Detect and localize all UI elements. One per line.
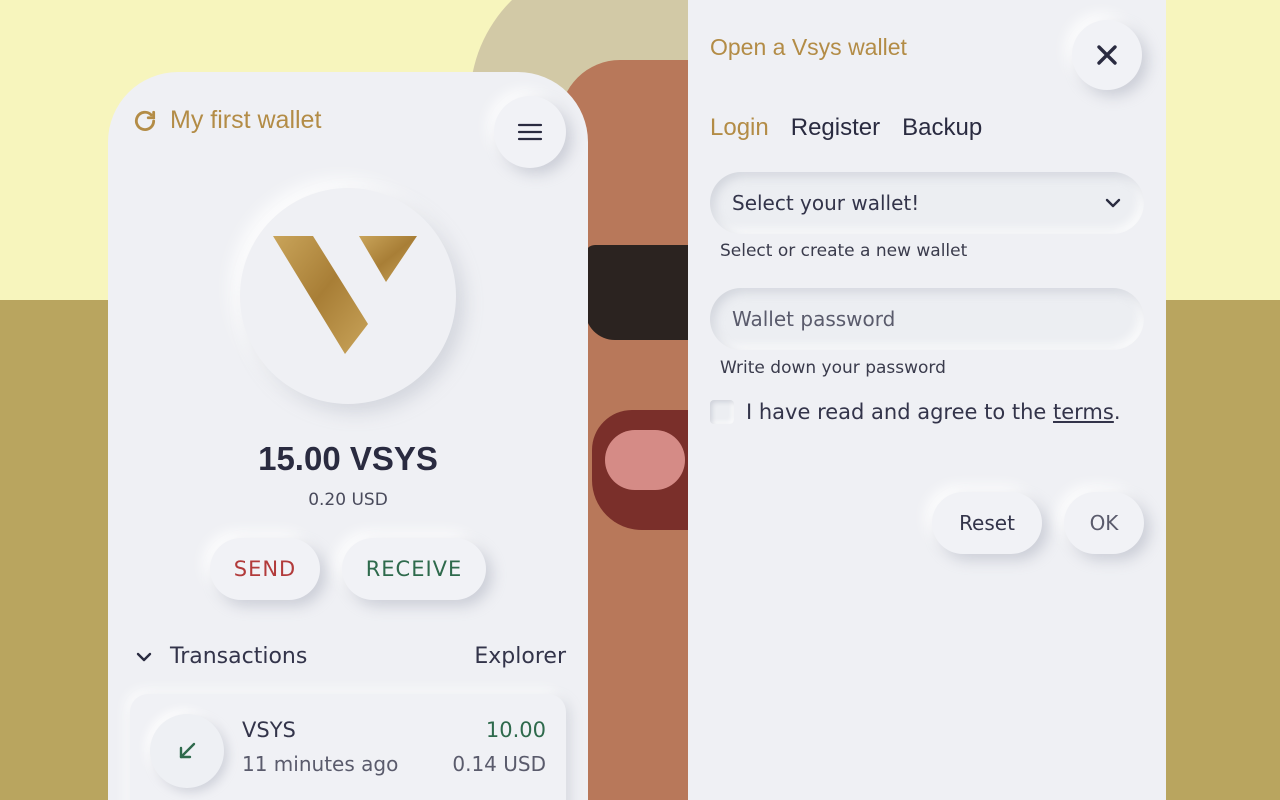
wallet-panel: My first wallet 15.00 VSYS 0.20 USD SEND… xyxy=(108,72,588,800)
explorer-link[interactable]: Explorer xyxy=(474,644,566,669)
terms-agreement: I have read and agree to the terms. xyxy=(710,400,1121,424)
password-field[interactable]: Wallet password xyxy=(710,288,1144,350)
balance-amount: 15.00 VSYS xyxy=(258,440,438,477)
wallet-name: My first wallet xyxy=(170,106,322,134)
wallet-logo xyxy=(240,188,456,404)
close-icon xyxy=(1097,45,1117,65)
refresh-icon[interactable] xyxy=(132,108,158,134)
ok-button[interactable]: OK xyxy=(1064,492,1144,554)
terms-checkbox[interactable] xyxy=(710,400,734,424)
password-hint: Write down your password xyxy=(720,358,946,378)
transaction-direction xyxy=(150,714,224,788)
transaction-usd: 0.14 USD xyxy=(452,752,546,776)
transaction-item[interactable]: VSYS 11 minutes ago 10.00 0.14 USD xyxy=(130,694,566,800)
transactions-header: Transactions Explorer xyxy=(134,644,566,669)
tab-register[interactable]: Register xyxy=(791,114,880,142)
transaction-asset: VSYS xyxy=(242,718,296,742)
tab-backup[interactable]: Backup xyxy=(902,114,982,142)
hamburger-menu-icon xyxy=(517,123,543,141)
terms-link[interactable]: terms xyxy=(1053,400,1114,424)
dialog-tabs: Login Register Backup xyxy=(710,114,982,142)
send-button[interactable]: SEND xyxy=(210,538,320,600)
tab-login[interactable]: Login xyxy=(710,114,769,142)
dialog-title: Open a Vsys wallet xyxy=(710,34,907,60)
vipertech-v-logo xyxy=(273,236,417,354)
wallet-select-value: Select your wallet! xyxy=(732,191,920,215)
transactions-title[interactable]: Transactions xyxy=(170,644,307,669)
transaction-time: 11 minutes ago xyxy=(242,752,399,776)
menu-button[interactable] xyxy=(494,96,566,168)
wallet-header: My first wallet xyxy=(132,106,321,135)
terms-text: I have read and agree to the terms. xyxy=(746,400,1121,424)
chevron-down-icon[interactable] xyxy=(134,647,154,667)
open-wallet-dialog: Open a Vsys wallet Login Register Backup… xyxy=(688,0,1166,800)
wallet-select-hint: Select or create a new wallet xyxy=(720,241,968,261)
wallet-select[interactable]: Select your wallet! xyxy=(710,172,1144,234)
chevron-down-icon xyxy=(1105,198,1121,208)
reset-button[interactable]: Reset xyxy=(932,492,1042,554)
password-placeholder: Wallet password xyxy=(732,307,896,331)
transaction-amount: 10.00 xyxy=(485,718,546,742)
close-button[interactable] xyxy=(1072,20,1142,90)
balance-usd: 0.20 USD xyxy=(308,490,388,510)
arrow-down-left-icon xyxy=(179,742,196,759)
receive-button[interactable]: RECEIVE xyxy=(342,538,486,600)
